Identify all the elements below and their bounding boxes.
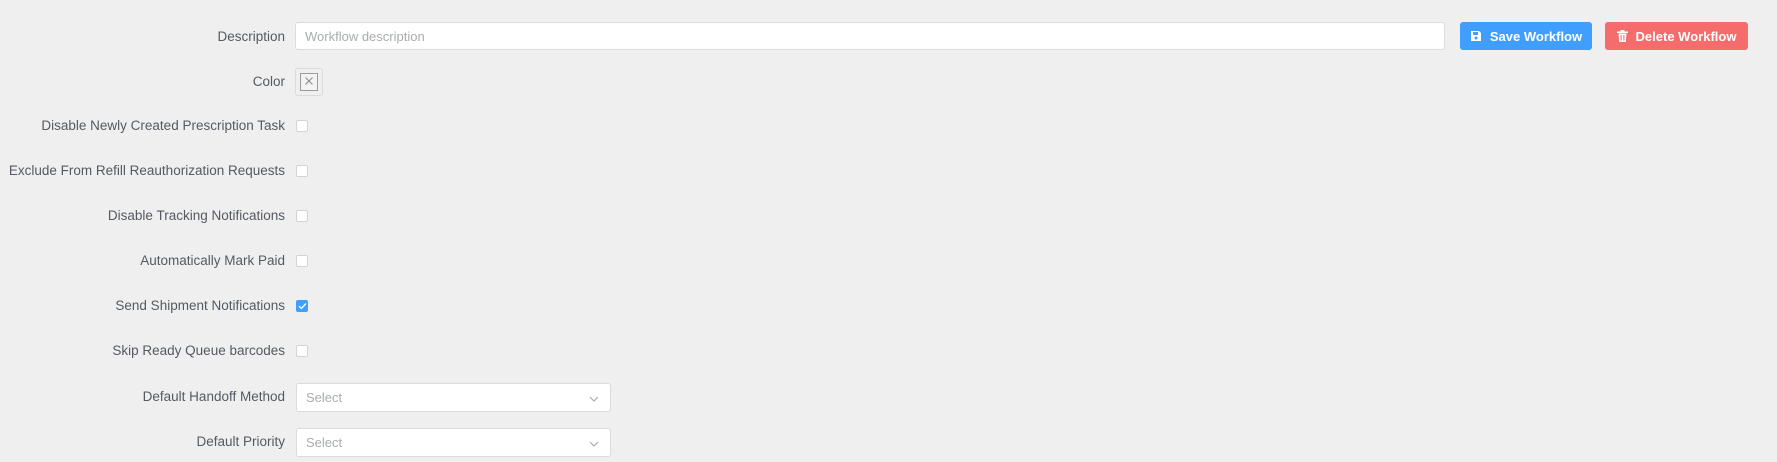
description-label: Description xyxy=(217,28,285,44)
description-row: Description xyxy=(0,21,285,51)
default-handoff-method-label: Default Handoff Method xyxy=(142,388,285,404)
delete-workflow-label: Delete Workflow xyxy=(1635,28,1737,44)
checkbox-row: Disable Newly Created Prescription Task xyxy=(0,110,285,140)
delete-workflow-button[interactable]: Delete Workflow xyxy=(1605,22,1748,50)
checkbox-row: Automatically Mark Paid xyxy=(0,245,285,275)
checkbox-row: Skip Ready Queue barcodes xyxy=(0,335,285,365)
checkbox-label: Skip Ready Queue barcodes xyxy=(112,342,285,358)
checkbox-row: Exclude From Refill Reauthorization Requ… xyxy=(0,155,285,185)
checkbox-row: Disable Tracking Notifications xyxy=(0,200,285,230)
color-row: Color xyxy=(0,66,285,96)
trash-icon xyxy=(1616,30,1628,42)
disable-tracking-notifications-checkbox[interactable] xyxy=(296,210,308,222)
checkbox-label: Send Shipment Notifications xyxy=(115,297,285,313)
select-placeholder: Select xyxy=(306,390,343,405)
checkbox-label: Exclude From Refill Reauthorization Requ… xyxy=(8,162,285,178)
exclude-refill-reauth-checkbox[interactable] xyxy=(296,165,308,177)
workflow-form: Description Save Workflow Delete Workflo… xyxy=(0,0,1777,462)
disable-new-prescription-task-checkbox[interactable] xyxy=(296,120,308,132)
default-priority-label: Default Priority xyxy=(196,433,285,449)
default-priority-row: Default Priority xyxy=(0,426,285,456)
save-icon xyxy=(1470,30,1482,42)
close-icon xyxy=(304,73,314,91)
default-handoff-method-select[interactable]: Select xyxy=(296,383,611,412)
checkbox-label: Disable Newly Created Prescription Task xyxy=(41,117,285,133)
checkbox-row: Send Shipment Notifications xyxy=(0,290,285,320)
checkbox-label: Disable Tracking Notifications xyxy=(107,207,285,223)
color-swatch xyxy=(300,73,318,91)
save-workflow-label: Save Workflow xyxy=(1489,28,1583,44)
send-shipment-notifications-checkbox[interactable] xyxy=(296,300,308,312)
checkmark-icon xyxy=(298,297,307,315)
skip-ready-queue-barcodes-checkbox[interactable] xyxy=(296,345,308,357)
save-workflow-button[interactable]: Save Workflow xyxy=(1460,22,1592,50)
chevron-down-icon xyxy=(589,435,599,450)
auto-mark-paid-checkbox[interactable] xyxy=(296,255,308,267)
color-label: Color xyxy=(252,73,285,89)
checkbox-label: Automatically Mark Paid xyxy=(140,252,285,268)
select-placeholder: Select xyxy=(306,435,343,450)
chevron-down-icon xyxy=(589,390,599,405)
color-picker[interactable] xyxy=(295,68,323,96)
default-priority-select[interactable]: Select xyxy=(296,428,611,457)
default-handoff-method-row: Default Handoff Method xyxy=(0,381,285,411)
description-input[interactable] xyxy=(295,22,1445,50)
